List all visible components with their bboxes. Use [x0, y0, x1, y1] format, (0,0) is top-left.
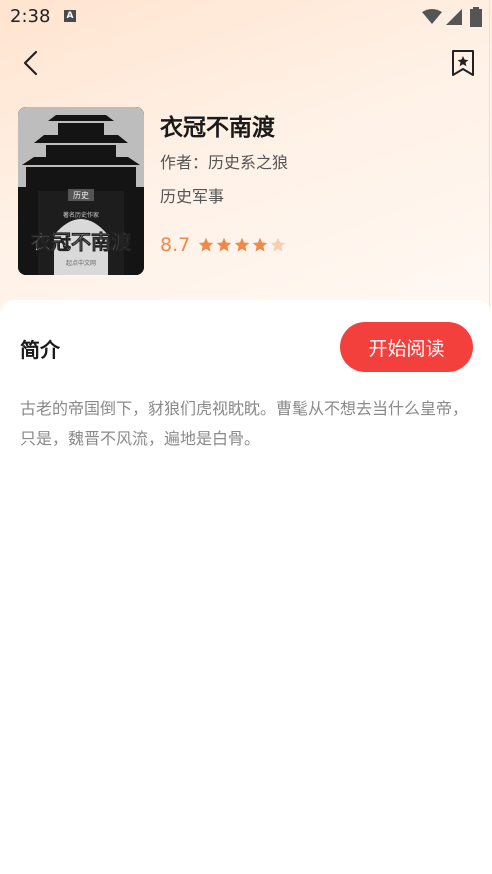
signal-icon	[446, 9, 462, 25]
back-button[interactable]	[18, 48, 44, 78]
start-reading-button[interactable]: 开始阅读	[340, 322, 473, 372]
chevron-left-icon	[23, 50, 38, 76]
bookmark-button[interactable]	[450, 48, 476, 78]
battery-icon	[470, 7, 482, 27]
rating-score: 8.7	[160, 234, 191, 256]
book-cover[interactable]: 历史 著名历史作家 衣冠不南渡 起点中文网	[18, 107, 144, 275]
cover-author: 著名历史作家	[63, 211, 99, 219]
star-rating	[198, 237, 286, 253]
cover-publisher: 起点中文网	[66, 259, 96, 267]
book-category: 历史军事	[160, 187, 225, 206]
intro-card: 简介 开始阅读 古老的帝国倒下，豺狼们虎视眈眈。曹髦从不想去当什么皇帝，只是，魏…	[0, 300, 492, 874]
status-time: 2:38	[10, 6, 51, 27]
status-bar: 2:38 A	[0, 0, 492, 34]
bookmark-star-icon	[452, 50, 474, 76]
book-title: 衣冠不南渡	[160, 115, 275, 141]
intro-heading: 简介	[20, 338, 60, 362]
cover-title: 衣冠不南渡	[31, 230, 132, 254]
rating-row: 8.7	[160, 234, 286, 256]
notification-a-icon: A	[64, 10, 76, 22]
star-filled-icon	[217, 237, 232, 252]
star-filled-icon	[253, 237, 268, 252]
wifi-icon	[422, 9, 442, 24]
cover-tag: 历史	[73, 190, 89, 200]
intro-text: 古老的帝国倒下，豺狼们虎视眈眈。曹髦从不想去当什么皇帝，只是，魏晋不风流，遍地是…	[20, 399, 469, 448]
book-author: 作者：历史系之狼	[160, 153, 289, 172]
star-empty-icon	[271, 237, 286, 252]
star-filled-icon	[235, 237, 250, 252]
cover-artwork: 历史 著名历史作家 衣冠不南渡 起点中文网	[18, 107, 144, 275]
star-filled-icon	[199, 237, 214, 252]
